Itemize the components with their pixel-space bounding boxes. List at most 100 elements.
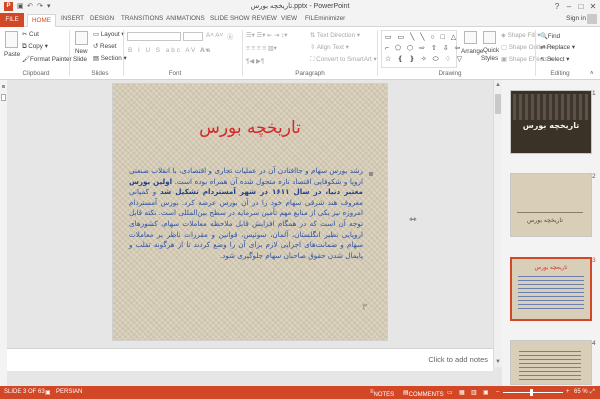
zoom-slider[interactable] bbox=[503, 392, 563, 393]
new-slide-label[interactable]: Slide bbox=[73, 56, 87, 63]
language-indicator[interactable]: PERSIAN bbox=[56, 389, 82, 395]
find-button[interactable]: 🔍Find bbox=[540, 32, 560, 40]
replace-button[interactable]: ⇄ Replace ▾ bbox=[540, 44, 575, 51]
scrollbar-thumb[interactable] bbox=[495, 94, 501, 114]
reading-view-icon[interactable]: ▥ bbox=[471, 389, 477, 396]
new-slide-button[interactable]: New bbox=[75, 48, 88, 55]
scroll-down-icon[interactable]: ▼ bbox=[495, 359, 501, 365]
notes-pane[interactable]: Click to add notes bbox=[7, 348, 493, 371]
paste-button[interactable]: Paste bbox=[4, 51, 20, 58]
font-size-dropdown[interactable] bbox=[183, 32, 203, 41]
tab-file[interactable]: FILE bbox=[0, 13, 24, 27]
quick-styles-icon[interactable] bbox=[483, 31, 496, 44]
slide-canvas[interactable]: تاریخچه بورس رشد بورس سهام و جاافتادن آن… bbox=[113, 84, 387, 340]
paste-icon[interactable] bbox=[5, 31, 18, 48]
text-direction-button[interactable]: ⇅ Text Direction ▾ bbox=[310, 32, 360, 39]
notes-button[interactable]: ≡ NOTES bbox=[370, 389, 394, 398]
left-pane-collapsed[interactable] bbox=[0, 80, 7, 386]
cut-label: Cut bbox=[29, 31, 39, 38]
reset-button[interactable]: ↺ Reset bbox=[93, 43, 116, 50]
font-grow-icon[interactable]: A˄ A˅ bbox=[206, 32, 223, 39]
status-bar: SLIDE 3 OF 63 ▣ PERSIAN ≡ NOTES ▤ COMMEN… bbox=[0, 386, 600, 399]
slide-sorter-icon[interactable]: ▦ bbox=[459, 389, 465, 396]
thumbnail-number-3: 3 bbox=[592, 257, 596, 264]
brush-icon: 🖌 bbox=[22, 56, 30, 63]
bullets-icon[interactable]: ☰▾ ☰▾ ⇤ ⇥ ↕▾ bbox=[246, 32, 287, 39]
zoom-in-icon[interactable]: + bbox=[566, 389, 570, 395]
tab-review[interactable]: REVIEW bbox=[252, 15, 277, 22]
tab-transitions[interactable]: TRANSITIONS bbox=[121, 15, 163, 22]
tab-home[interactable]: HOME bbox=[27, 14, 56, 28]
convert-smartart-button[interactable]: ⛶ Convert to SmartArt ▾ bbox=[310, 56, 377, 64]
group-divider bbox=[535, 30, 536, 76]
slide-thumbnail-1[interactable]: تاریخچه بورس bbox=[510, 90, 592, 154]
spellcheck-icon[interactable]: ▣ bbox=[45, 389, 51, 396]
tab-insert[interactable]: INSERT bbox=[61, 15, 84, 22]
sign-in-link[interactable]: Sign in bbox=[566, 15, 586, 22]
shapes-row-1: ▭ ▭ ╲ ╲ ○ □ △ bbox=[385, 34, 459, 41]
cut-button[interactable]: ✂ Cut bbox=[22, 31, 39, 38]
notes-placeholder[interactable]: Click to add notes bbox=[428, 355, 488, 364]
tab-view[interactable]: VIEW bbox=[281, 15, 297, 22]
fit-slide-icon[interactable]: ⤢ bbox=[590, 389, 595, 396]
slide-title[interactable]: تاریخچه بورس bbox=[113, 118, 387, 138]
slide-thumbnail-2[interactable]: تاریخچه بورس bbox=[510, 173, 592, 237]
zoom-level[interactable]: 65 % bbox=[574, 389, 588, 395]
align-text-button[interactable]: ⇳ Align Text ▾ bbox=[310, 44, 349, 51]
expand-pane-icon[interactable] bbox=[2, 85, 5, 88]
new-slide-icon[interactable] bbox=[75, 31, 88, 45]
tab-design[interactable]: DESIGN bbox=[90, 15, 114, 22]
slideshow-icon[interactable]: ▣ bbox=[483, 389, 489, 396]
thumbnail-number-2: 2 bbox=[592, 173, 596, 180]
align-text-label: Align Text bbox=[316, 44, 344, 51]
layout-label: Layout bbox=[100, 31, 120, 38]
slide-thumbnail-3[interactable]: تاریخچه بورس bbox=[510, 257, 592, 321]
slide-scrollbar[interactable]: ▲ ▼ bbox=[493, 80, 502, 367]
mouse-cursor-icon: ⇿ bbox=[409, 214, 417, 224]
thumbnail-number-1: 1 bbox=[592, 90, 596, 97]
notes-label: NOTES bbox=[373, 392, 395, 398]
zoom-out-icon[interactable]: – bbox=[496, 389, 499, 395]
collapse-ribbon-icon[interactable]: ˄ bbox=[590, 71, 594, 77]
quick-styles-button[interactable]: Quick bbox=[483, 47, 499, 54]
normal-view-icon[interactable]: ▭ bbox=[447, 389, 453, 396]
clipboard-group-label: Clipboard bbox=[22, 70, 50, 77]
editing-group-label: Editing bbox=[550, 70, 570, 77]
slides-group-label: Slides bbox=[91, 70, 109, 77]
drawing-group-label: Drawing bbox=[438, 70, 462, 77]
font-name-dropdown[interactable] bbox=[127, 32, 181, 41]
thumbnail-4-text-lines bbox=[519, 351, 581, 383]
thumbnail-photo bbox=[513, 94, 589, 120]
zoom-slider-thumb[interactable] bbox=[530, 389, 533, 396]
slide-thumbnail-4[interactable] bbox=[510, 340, 592, 385]
tab-animations[interactable]: ANIMATIONS bbox=[166, 15, 205, 22]
scroll-up-icon[interactable]: ▲ bbox=[495, 82, 501, 88]
slide-body-text[interactable]: رشد بورس سهام و جاافتادن آن در عملیات تج… bbox=[129, 166, 363, 261]
slide-mini-icon[interactable] bbox=[1, 94, 6, 101]
thumbnail-1-title: تاریخچه بورس bbox=[522, 121, 580, 130]
quick-styles-label: Styles bbox=[481, 55, 499, 62]
alignment-icons[interactable]: ≡ ≡ ≡ ≡ ▥▾ bbox=[246, 45, 277, 52]
copy-button[interactable]: ⧉ Copy ▾ bbox=[22, 43, 48, 51]
title-bar: P ▣ ↶ ↷ ▾ تاریخچه بورس.pptx - PowerPoint… bbox=[0, 0, 600, 13]
comments-button[interactable]: ▤ COMMENTS bbox=[403, 389, 444, 398]
arrange-button[interactable]: Arrange bbox=[461, 48, 483, 55]
shapes-row-3: ☆ ❴ ❵ ✧ ⬭ ♢ ▽ bbox=[385, 56, 465, 63]
select-button[interactable]: ↖ Select ▾ bbox=[540, 56, 569, 63]
format-painter-button[interactable]: 🖌Format Painter bbox=[22, 55, 72, 63]
section-button[interactable]: ▤ Section ▾ bbox=[93, 55, 127, 62]
replace-label: Replace bbox=[547, 44, 571, 51]
arrange-icon[interactable] bbox=[464, 31, 477, 44]
avatar[interactable] bbox=[587, 14, 597, 24]
thumbnail-number-4: 4 bbox=[592, 340, 596, 347]
thumbnail-3-text-lines bbox=[518, 276, 584, 312]
clear-format-icon[interactable]: Ⓐ bbox=[227, 32, 233, 41]
shapes-gallery[interactable]: ▭ ▭ ╲ ╲ ○ □ △ ⌐ ⬠ ⬡ ⇨ ⇧ ⇩ ⇦ ☆ ❴ ❵ ✧ ⬭ ♢ … bbox=[381, 30, 462, 68]
tab-fileminimizer[interactable]: FILEminimizer bbox=[305, 15, 345, 22]
close-icon[interactable]: ✕ bbox=[586, 1, 600, 12]
tab-slide-show[interactable]: SLIDE SHOW bbox=[210, 15, 250, 22]
text-direction-rtl-icon[interactable]: ¶◀ ▶¶ bbox=[246, 58, 264, 65]
layout-button[interactable]: ▭ Layout ▾ bbox=[93, 31, 125, 38]
slide-counter: SLIDE 3 OF 63 bbox=[4, 389, 45, 395]
font-color-button[interactable]: A ▾ bbox=[200, 47, 209, 54]
